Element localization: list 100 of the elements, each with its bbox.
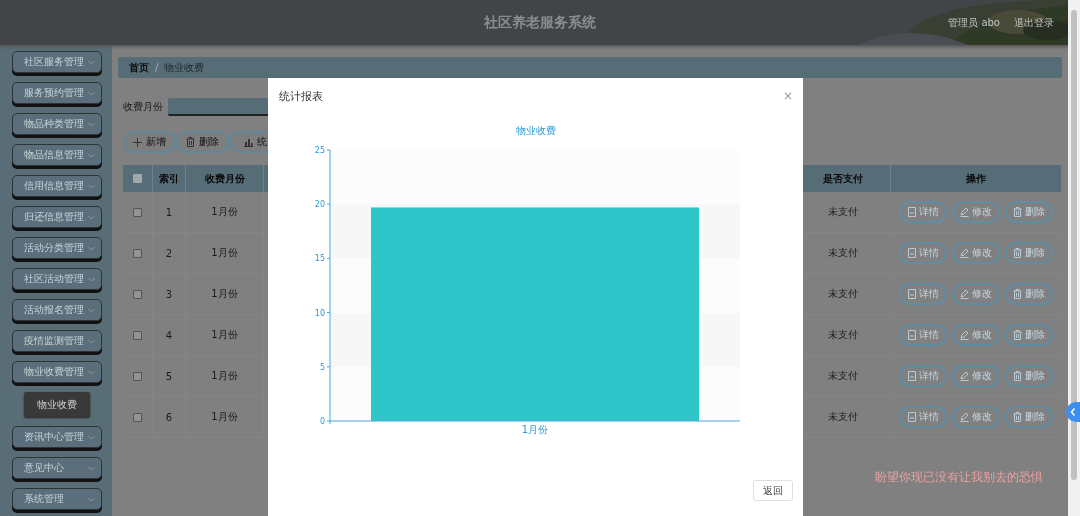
row-checkbox[interactable] <box>133 207 142 217</box>
trash-icon <box>1013 289 1022 299</box>
row-checkbox[interactable] <box>133 412 142 422</box>
chevron-down-icon <box>88 183 95 189</box>
y-tick-label: 15 <box>314 254 325 264</box>
dialog-title: 统计报表 <box>279 88 323 104</box>
sidebar-item[interactable]: 物品种类管理 <box>12 113 102 135</box>
trash-icon <box>1013 412 1022 422</box>
y-tick-label: 10 <box>314 308 325 318</box>
chevron-down-icon <box>88 276 95 282</box>
sidebar-item[interactable]: 活动分类管理 <box>12 237 102 259</box>
action-button[interactable]: 详情 <box>899 365 947 387</box>
back-button[interactable]: 返回 <box>753 480 793 501</box>
document-icon <box>907 207 916 217</box>
scrollbar[interactable] <box>1068 0 1080 516</box>
pencil-icon <box>960 289 969 299</box>
chevron-down-icon <box>88 307 95 313</box>
row-checkbox[interactable] <box>133 248 142 258</box>
trash-icon <box>1013 207 1022 217</box>
app-title: 社区养老服务系统 <box>484 13 596 32</box>
chevron-down-icon <box>88 59 95 65</box>
pencil-icon <box>960 248 969 258</box>
table-cell: 1月份 <box>185 314 264 356</box>
column-header: 索引 <box>152 165 186 192</box>
table-cell: 5 <box>152 355 186 397</box>
y-tick-label: 25 <box>314 146 325 155</box>
chevron-down-icon <box>88 338 95 344</box>
y-tick-label: 0 <box>319 417 325 426</box>
breadcrumb-link[interactable]: 物业收费 <box>164 60 205 75</box>
breadcrumb-link[interactable]: 首页 <box>129 60 149 75</box>
sidebar-item[interactable]: 服务预约管理 <box>12 82 102 104</box>
subtitle-caption: 盼望你现已没有让我别去的恐惧 <box>875 470 1043 485</box>
sidebar-item[interactable]: 资讯中心管理 <box>12 426 102 448</box>
chevron-down-icon <box>88 434 95 440</box>
document-icon <box>907 412 916 422</box>
action-button[interactable]: 删除 <box>1005 406 1053 428</box>
document-icon <box>907 289 916 299</box>
row-checkbox[interactable] <box>133 371 142 381</box>
action-button[interactable]: 详情 <box>899 242 947 264</box>
column-header: 操作 <box>890 165 1062 192</box>
collapse-tab[interactable] <box>1066 402 1080 422</box>
toolbar-button[interactable]: 新增 <box>123 131 176 153</box>
action-button[interactable]: 修改 <box>952 201 1000 223</box>
chevron-down-icon <box>88 245 95 251</box>
sidebar-item[interactable]: 系统管理 <box>12 488 102 510</box>
action-button[interactable]: 详情 <box>899 406 947 428</box>
pencil-icon <box>960 412 969 422</box>
field-label: 收费月份 <box>123 100 163 114</box>
logout-link[interactable]: 退出登录 <box>1014 16 1054 30</box>
close-button[interactable]: × <box>782 89 793 103</box>
action-button[interactable]: 删除 <box>1005 283 1053 305</box>
action-button[interactable]: 修改 <box>952 242 1000 264</box>
toolbar-button[interactable]: 删除 <box>176 131 229 153</box>
sidebar-item[interactable]: 意见中心 <box>12 457 102 479</box>
pencil-icon <box>960 330 969 340</box>
table-cell: 2 <box>152 232 186 274</box>
chevron-left-icon <box>1070 408 1076 416</box>
action-button[interactable]: 修改 <box>952 406 1000 428</box>
sidebar-item[interactable]: 物业收费管理 <box>12 361 102 383</box>
chevron-down-icon <box>88 496 95 502</box>
action-button[interactable]: 删除 <box>1005 242 1053 264</box>
chart-title: 物业收费 <box>515 124 556 138</box>
chevron-down-icon <box>88 465 95 471</box>
table-cell: 1 <box>152 192 186 233</box>
table-cell: 1月份 <box>185 192 264 233</box>
sidebar-item[interactable]: 归还信息管理 <box>12 206 102 228</box>
breadcrumb-separator: / <box>155 62 159 73</box>
user-name: 管理员 abo <box>948 16 1000 30</box>
submenu-item[interactable]: 物业收费 <box>24 392 90 417</box>
table-cell: 3 <box>152 273 186 315</box>
bar-chart-icon <box>244 137 253 147</box>
sidebar-item[interactable]: 社区活动管理 <box>12 268 102 290</box>
action-button[interactable]: 删除 <box>1005 201 1053 223</box>
table-cell: 6 <box>152 396 186 438</box>
document-icon <box>907 330 916 340</box>
sidebar-item[interactable]: 疫情监测管理 <box>12 330 102 352</box>
row-checkbox[interactable] <box>133 289 142 299</box>
action-button[interactable]: 修改 <box>952 283 1000 305</box>
document-icon <box>907 371 916 381</box>
table-cell: 1月份 <box>185 273 264 315</box>
table-cell: 1月份 <box>185 396 264 438</box>
sidebar-item[interactable]: 社区服务管理 <box>12 51 102 73</box>
action-button[interactable]: 修改 <box>952 365 1000 387</box>
sidebar-item[interactable]: 信用信息管理 <box>12 175 102 197</box>
chevron-down-icon <box>88 121 95 127</box>
sidebar-item[interactable]: 物品信息管理 <box>12 144 102 166</box>
row-checkbox[interactable] <box>133 330 142 340</box>
x-tick-label: 1月份 <box>521 424 549 435</box>
select-all-checkbox[interactable] <box>133 174 142 183</box>
chevron-down-icon <box>88 214 95 220</box>
chevron-down-icon <box>88 152 95 158</box>
action-button[interactable]: 修改 <box>952 324 1000 346</box>
action-button[interactable]: 详情 <box>899 201 947 223</box>
table-cell: 1月份 <box>185 355 264 397</box>
action-button[interactable]: 删除 <box>1005 324 1053 346</box>
action-button[interactable]: 删除 <box>1005 365 1053 387</box>
action-button[interactable]: 详情 <box>899 283 947 305</box>
sidebar-item[interactable]: 活动报名管理 <box>12 299 102 321</box>
chevron-down-icon <box>88 90 95 96</box>
action-button[interactable]: 详情 <box>899 324 947 346</box>
